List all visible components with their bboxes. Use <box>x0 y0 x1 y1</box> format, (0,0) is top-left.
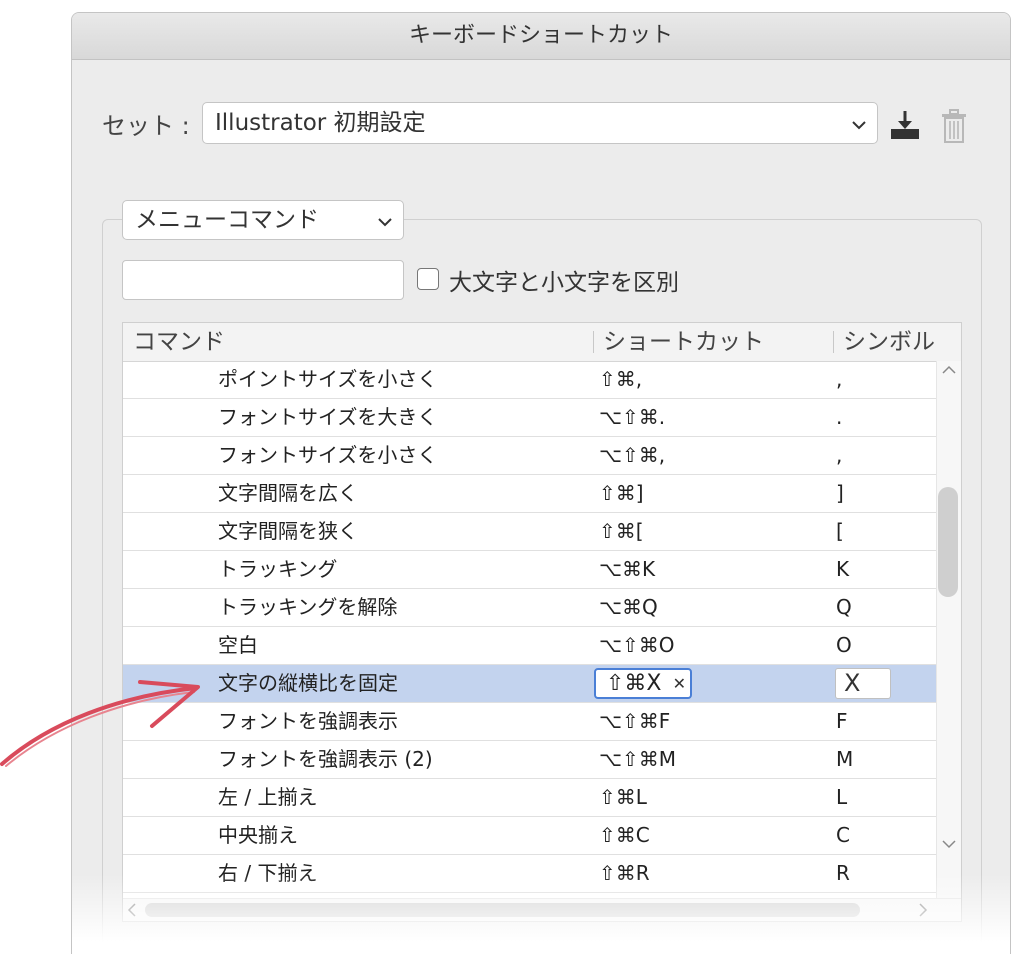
scroll-left-icon[interactable] <box>127 903 137 917</box>
horizontal-scroll-thumb[interactable] <box>145 903 860 917</box>
scroll-down-icon[interactable] <box>942 839 956 849</box>
table-row[interactable]: フォントを強調表示 ⌥⇧⌘F F <box>123 703 936 741</box>
set-dropdown[interactable]: Illustrator 初期設定 <box>202 102 878 144</box>
vertical-scrollbar[interactable] <box>936 361 961 901</box>
dialog-title: キーボードショートカット <box>72 13 1010 60</box>
vertical-scroll-thumb[interactable] <box>938 487 958 597</box>
column-divider <box>833 331 834 353</box>
command-cell: フォントサイズを小さく <box>218 443 438 467</box>
command-cell: 文字の縦横比を固定 <box>218 671 398 695</box>
symbol-cell[interactable]: K <box>836 551 849 588</box>
shortcut-cell[interactable]: ⌥⇧⌘F <box>599 703 670 740</box>
shortcut-edit-value: ⇧⌘X <box>606 671 662 696</box>
command-cell: 左 / 上揃え <box>218 785 318 809</box>
column-divider <box>593 331 594 353</box>
command-cell: 文字間隔を広く <box>218 481 358 505</box>
shortcut-cell[interactable]: ⌥⌘Q <box>599 589 658 626</box>
search-input[interactable] <box>122 260 404 300</box>
case-sensitive-checkbox[interactable] <box>417 268 439 290</box>
command-cell: 右 / 下揃え <box>218 861 318 885</box>
keyboard-shortcuts-dialog: キーボードショートカット セット : Illustrator 初期設定 メニュー… <box>71 12 1011 954</box>
symbol-cell[interactable]: L <box>836 779 847 816</box>
shortcut-cell[interactable]: ⌥⇧⌘O <box>599 627 675 664</box>
table-row[interactable]: フォントサイズを大きく ⌥⇧⌘. . <box>123 399 936 437</box>
shortcut-cell[interactable]: ⇧⌘] <box>599 475 644 512</box>
table-row[interactable]: 左 / 上揃え ⇧⌘L L <box>123 779 936 817</box>
symbol-cell[interactable]: Q <box>836 589 852 626</box>
command-cell: フォントサイズを大きく <box>218 405 438 429</box>
horizontal-scrollbar[interactable] <box>123 898 961 921</box>
shortcuts-table: コマンド ショートカット シンボル ポイントサイズを小さく ⇧⌘, , フォント… <box>122 322 962 922</box>
table-row[interactable]: 文字間隔を広く ⇧⌘] ] <box>123 475 936 513</box>
save-icon <box>891 111 919 139</box>
symbol-cell[interactable]: ] <box>836 475 844 512</box>
symbol-edit-value: X <box>844 669 861 697</box>
column-header-shortcut[interactable]: ショートカット <box>603 323 764 361</box>
command-cell: 空白 <box>218 633 258 657</box>
command-cell: 文字間隔を狭く <box>218 519 358 543</box>
table-row[interactable]: トラッキング ⌥⌘K K <box>123 551 936 589</box>
table-row[interactable]: フォントサイズを小さく ⌥⇧⌘, , <box>123 437 936 475</box>
table-row[interactable]: 空白 ⌥⇧⌘O O <box>123 627 936 665</box>
table-body: ポイントサイズを小さく ⇧⌘, , フォントサイズを大きく ⌥⇧⌘. . フォン… <box>123 361 936 893</box>
command-cell: トラッキング <box>218 557 338 581</box>
command-cell: 中央揃え <box>218 823 298 847</box>
symbol-edit-field[interactable]: X <box>835 668 891 699</box>
shortcut-edit-field[interactable]: ⇧⌘X ✕ <box>594 668 692 699</box>
case-sensitive-label: 大文字と小文字を区別 <box>449 270 679 296</box>
table-row[interactable]: フォントを強調表示 (2) ⌥⇧⌘M M <box>123 741 936 779</box>
symbol-cell[interactable]: R <box>836 855 850 892</box>
shortcut-cell[interactable]: ⌥⇧⌘, <box>599 437 665 474</box>
table-row[interactable]: 右 / 下揃え ⇧⌘R R <box>123 855 936 893</box>
annotation-arrow-icon <box>0 680 200 767</box>
shortcut-cell[interactable]: ⌥⇧⌘M <box>599 741 676 778</box>
command-cell: ポイントサイズを小さく <box>218 367 438 391</box>
table-row[interactable]: 中央揃え ⇧⌘C C <box>123 817 936 855</box>
symbol-cell[interactable]: . <box>836 399 842 436</box>
save-set-button[interactable] <box>886 105 924 145</box>
category-dropdown-value: メニューコマンド <box>135 207 319 233</box>
command-cell: フォントを強調表示 (2) <box>218 747 433 771</box>
clear-icon[interactable]: ✕ <box>673 670 686 697</box>
shortcut-cell[interactable]: ⇧⌘R <box>599 855 650 892</box>
table-row[interactable]: ポイントサイズを小さく ⇧⌘, , <box>123 361 936 399</box>
shortcut-cell[interactable]: ⌥⌘K <box>599 551 655 588</box>
column-header-command[interactable]: コマンド <box>133 323 225 361</box>
symbol-cell[interactable]: C <box>836 817 850 854</box>
shortcut-cell[interactable]: ⇧⌘C <box>599 817 650 854</box>
table-row[interactable]: 文字間隔を狭く ⇧⌘[ [ <box>123 513 936 551</box>
symbol-cell[interactable]: O <box>836 627 852 664</box>
shortcut-cell[interactable]: ⇧⌘[ <box>599 513 644 550</box>
command-cell: フォントを強調表示 <box>218 709 398 733</box>
chevron-down-icon <box>377 201 393 239</box>
chevron-down-icon <box>851 103 867 143</box>
trash-icon <box>942 109 966 143</box>
category-dropdown[interactable]: メニューコマンド <box>122 200 404 240</box>
scroll-right-icon[interactable] <box>918 903 928 917</box>
set-label: セット : <box>102 112 190 140</box>
shortcut-cell[interactable]: ⌥⇧⌘. <box>599 399 665 436</box>
symbol-cell[interactable]: , <box>836 361 842 398</box>
scroll-up-icon[interactable] <box>942 365 956 375</box>
command-cell: トラッキングを解除 <box>218 595 398 619</box>
shortcut-cell[interactable]: ⇧⌘L <box>599 779 647 816</box>
table-header: コマンド ショートカット シンボル <box>123 323 961 362</box>
column-header-symbol[interactable]: シンボル <box>843 323 935 361</box>
delete-set-button[interactable] <box>938 107 976 147</box>
table-row-selected[interactable]: 文字の縦横比を固定 ⇧⌘X ✕ X <box>123 665 936 703</box>
symbol-cell[interactable]: M <box>836 741 853 778</box>
table-row[interactable]: トラッキングを解除 ⌥⌘Q Q <box>123 589 936 627</box>
shortcut-cell[interactable]: ⇧⌘, <box>599 361 642 398</box>
symbol-cell[interactable]: F <box>836 703 848 740</box>
symbol-cell[interactable]: [ <box>836 513 844 550</box>
symbol-cell[interactable]: , <box>836 437 842 474</box>
set-dropdown-value: Illustrator 初期設定 <box>215 110 426 136</box>
